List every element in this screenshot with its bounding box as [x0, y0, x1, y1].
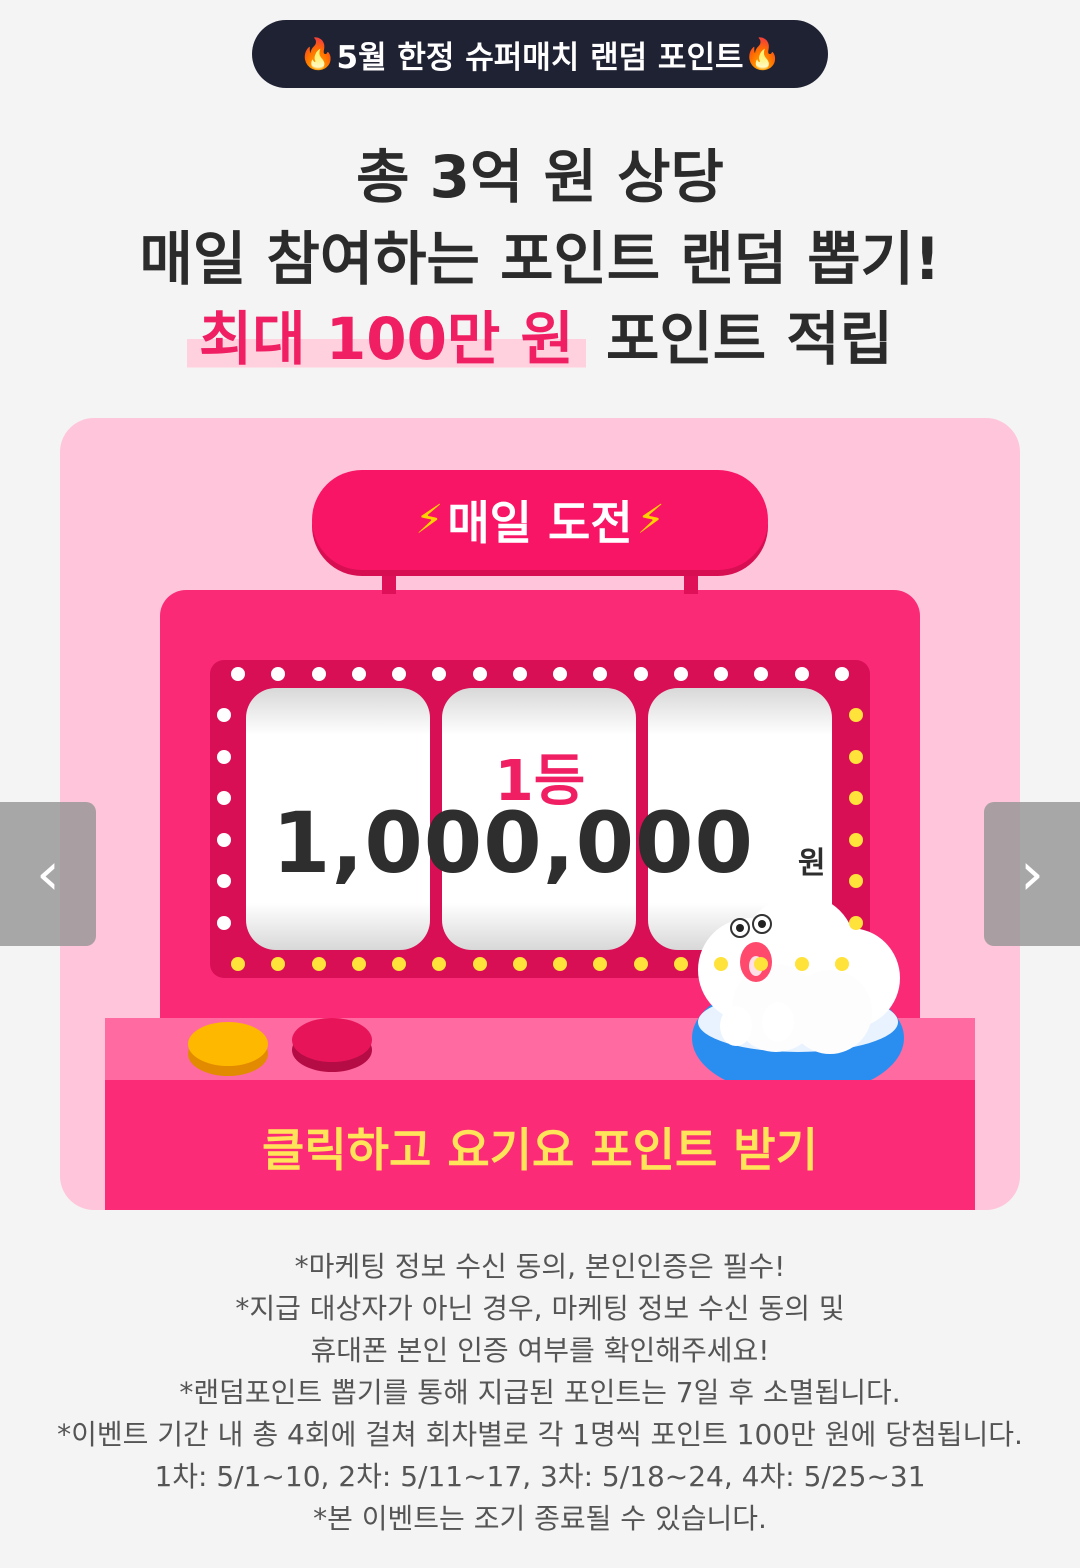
light-bulb	[351, 957, 366, 971]
light-bulb	[217, 832, 231, 847]
light-bulb	[512, 957, 527, 971]
fire-icon: 🔥	[299, 36, 337, 72]
yellow-button[interactable]	[188, 1022, 268, 1066]
daily-challenge-sign: ⚡ 매일 도전 ⚡	[312, 470, 768, 570]
light-bulb	[231, 957, 245, 971]
headline-line-3: 최대 100만 원 포인트 적립	[0, 292, 1080, 376]
sign-label: 매일 도전	[447, 496, 633, 550]
lightning-icon: ⚡	[636, 497, 665, 543]
light-bulb	[392, 957, 407, 971]
light-bulb	[311, 667, 326, 681]
light-bulb	[351, 667, 366, 681]
prize-amount: 1,000,000	[272, 794, 754, 892]
headline-line-2: 매일 참여하는 포인트 랜덤 뽑기!	[139, 225, 941, 293]
event-banner-pill: 🔥 5월 한정 슈퍼매치 랜덤 포인트 🔥	[252, 20, 828, 88]
light-bulb	[472, 957, 487, 971]
light-bulb	[849, 915, 863, 930]
event-notes: *마케팅 정보 수신 동의, 본인인증은 필수! *지급 대상자가 아닌 경우,…	[0, 1246, 1080, 1540]
note-line: *마케팅 정보 수신 동의, 본인인증은 필수!	[294, 1250, 786, 1283]
light-bulb	[835, 667, 849, 681]
note-line: *랜덤포인트 뽑기를 통해 지급된 포인트는 7일 후 소멸됩니다.	[179, 1376, 901, 1409]
light-bulb	[217, 915, 231, 930]
light-bulb	[512, 667, 527, 681]
mascot-illustration	[692, 894, 904, 1096]
prize-unit: 원	[798, 846, 826, 881]
note-line: 휴대폰 본인 인증 여부를 확인해주세요!	[310, 1334, 770, 1367]
slot-machine-card[interactable]: ⚡ 매일 도전 ⚡ 1등 1,000,000 원 클릭하고 요기요 포인트 받기	[60, 418, 1020, 1210]
chevron-left-icon: ‹	[36, 839, 60, 909]
headline-highlight: 최대 100만 원	[186, 305, 586, 373]
light-bulb	[633, 667, 648, 681]
note-line: *지급 대상자가 아닌 경우, 마케팅 정보 수신 동의 및	[235, 1292, 845, 1325]
light-bulb	[794, 957, 809, 971]
light-bulb	[472, 667, 487, 681]
sign-post	[382, 574, 396, 594]
light-bulb	[217, 749, 231, 764]
sign-post	[684, 574, 698, 594]
claim-points-button[interactable]: 클릭하고 요기요 포인트 받기	[60, 1114, 1020, 1180]
light-bulb	[231, 667, 245, 681]
light-bulb	[849, 832, 863, 847]
light-bulb	[835, 957, 849, 971]
light-bulb	[311, 957, 326, 971]
lightning-icon: ⚡	[415, 497, 444, 543]
event-banner-label: 5월 한정 슈퍼매치 랜덤 포인트	[336, 39, 744, 76]
headline-line-1: 총 3억 원 상당	[356, 143, 724, 211]
light-bulb	[673, 667, 688, 681]
note-line: *이벤트 기간 내 총 4회에 걸쳐 회차별로 각 1명씩 포인트 100만 원…	[57, 1418, 1023, 1451]
light-bulb	[673, 957, 688, 971]
light-bulb	[392, 667, 407, 681]
light-bulb	[633, 957, 648, 971]
red-button[interactable]	[292, 1018, 372, 1062]
light-bulb	[794, 667, 809, 681]
carousel-prev-button[interactable]: ‹	[0, 802, 96, 946]
fire-icon: 🔥	[743, 36, 781, 72]
headline-rest: 포인트 적립	[606, 305, 894, 373]
carousel-next-button[interactable]: ›	[984, 802, 1080, 946]
light-bulb	[849, 749, 863, 764]
note-line: 1차: 5/1~10, 2차: 5/11~17, 3차: 5/18~24, 4차…	[154, 1460, 926, 1493]
note-line: *본 이벤트는 조기 종료될 수 있습니다.	[313, 1502, 767, 1535]
chevron-right-icon: ›	[1020, 839, 1044, 909]
